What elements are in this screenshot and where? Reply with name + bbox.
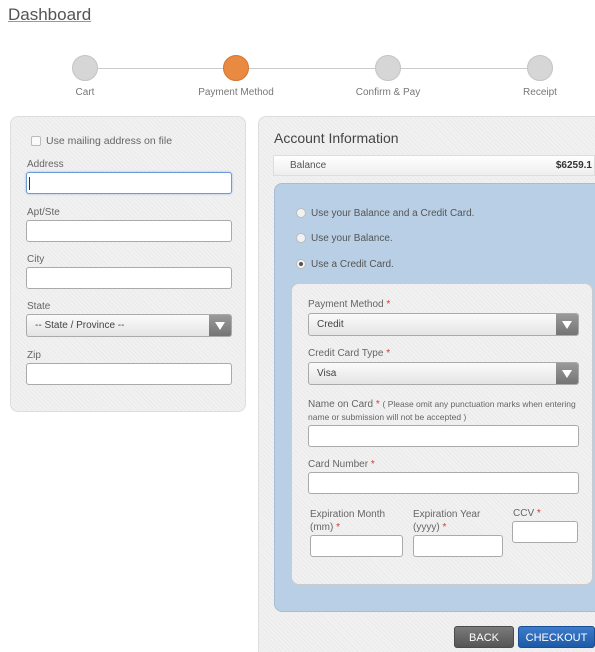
- state-label: State: [27, 301, 51, 312]
- address-label: Address: [27, 159, 64, 170]
- checkout-button[interactable]: CHECKOUT: [518, 626, 595, 648]
- ccv-input[interactable]: [512, 521, 578, 543]
- apt-label: Apt/Ste: [27, 207, 60, 218]
- page-title[interactable]: Dashboard: [8, 5, 91, 25]
- text-caret: [29, 177, 30, 190]
- radio-balance-label: Use your Balance.: [311, 233, 393, 244]
- exp-month-label: Expiration Month (mm) *: [310, 509, 386, 533]
- radio-balance[interactable]: [296, 233, 306, 243]
- payment-method-label: Payment Method *: [308, 299, 391, 310]
- name-on-card-label: Name on Card * ( Please omit any punctua…: [308, 399, 576, 422]
- card-type-label: Credit Card Type *: [308, 348, 391, 359]
- payment-method-select[interactable]: Credit: [308, 313, 579, 336]
- exp-month-input[interactable]: [310, 535, 403, 557]
- city-label: City: [27, 254, 45, 265]
- step-receipt-label: Receipt: [523, 87, 557, 98]
- step-confirm-dot: [375, 55, 401, 81]
- card-number-label: Card Number *: [308, 459, 375, 470]
- zip-label: Zip: [27, 350, 41, 361]
- exp-year-input[interactable]: [413, 535, 503, 557]
- zip-input[interactable]: [26, 363, 232, 385]
- step-confirm-label: Confirm & Pay: [355, 87, 421, 98]
- card-number-input[interactable]: [308, 472, 579, 494]
- radio-credit-card[interactable]: [296, 259, 306, 269]
- name-on-card-input[interactable]: [308, 425, 579, 447]
- chevron-down-icon: [556, 314, 578, 335]
- radio-balance-and-card[interactable]: [296, 208, 306, 218]
- radio-credit-card-label: Use a Credit Card.: [311, 259, 394, 270]
- chevron-down-icon: [209, 315, 231, 336]
- radio-balance-and-card-label: Use your Balance and a Credit Card.: [311, 208, 475, 219]
- account-title: Account Information: [274, 130, 399, 146]
- exp-year-label: Expiration Year (yyyy) *: [413, 509, 481, 533]
- stepper-track: [85, 68, 540, 69]
- state-select-value: -- State / Province --: [35, 320, 125, 331]
- step-payment-label: Payment Method: [198, 87, 274, 98]
- balance-label: Balance: [290, 160, 327, 171]
- balance-bar: Balance $6259.1: [273, 155, 595, 176]
- city-input[interactable]: [26, 267, 232, 289]
- step-receipt-dot: [527, 55, 553, 81]
- back-button[interactable]: BACK: [454, 626, 514, 648]
- step-cart-label: Cart: [75, 87, 95, 98]
- chevron-down-icon: [556, 363, 578, 384]
- card-type-value: Visa: [317, 368, 337, 379]
- ccv-label: CCV *: [513, 508, 541, 519]
- payment-method-value: Credit: [317, 319, 344, 330]
- step-cart-dot: [72, 55, 98, 81]
- use-mailing-label: Use mailing address on file: [46, 135, 173, 147]
- balance-value: $6259.1: [555, 160, 592, 171]
- apt-input[interactable]: [26, 220, 232, 242]
- state-select[interactable]: -- State / Province --: [26, 314, 232, 337]
- step-payment-dot: [223, 55, 249, 81]
- address-input[interactable]: [26, 172, 232, 194]
- card-type-select[interactable]: Visa: [308, 362, 579, 385]
- use-mailing-checkbox[interactable]: [31, 136, 41, 146]
